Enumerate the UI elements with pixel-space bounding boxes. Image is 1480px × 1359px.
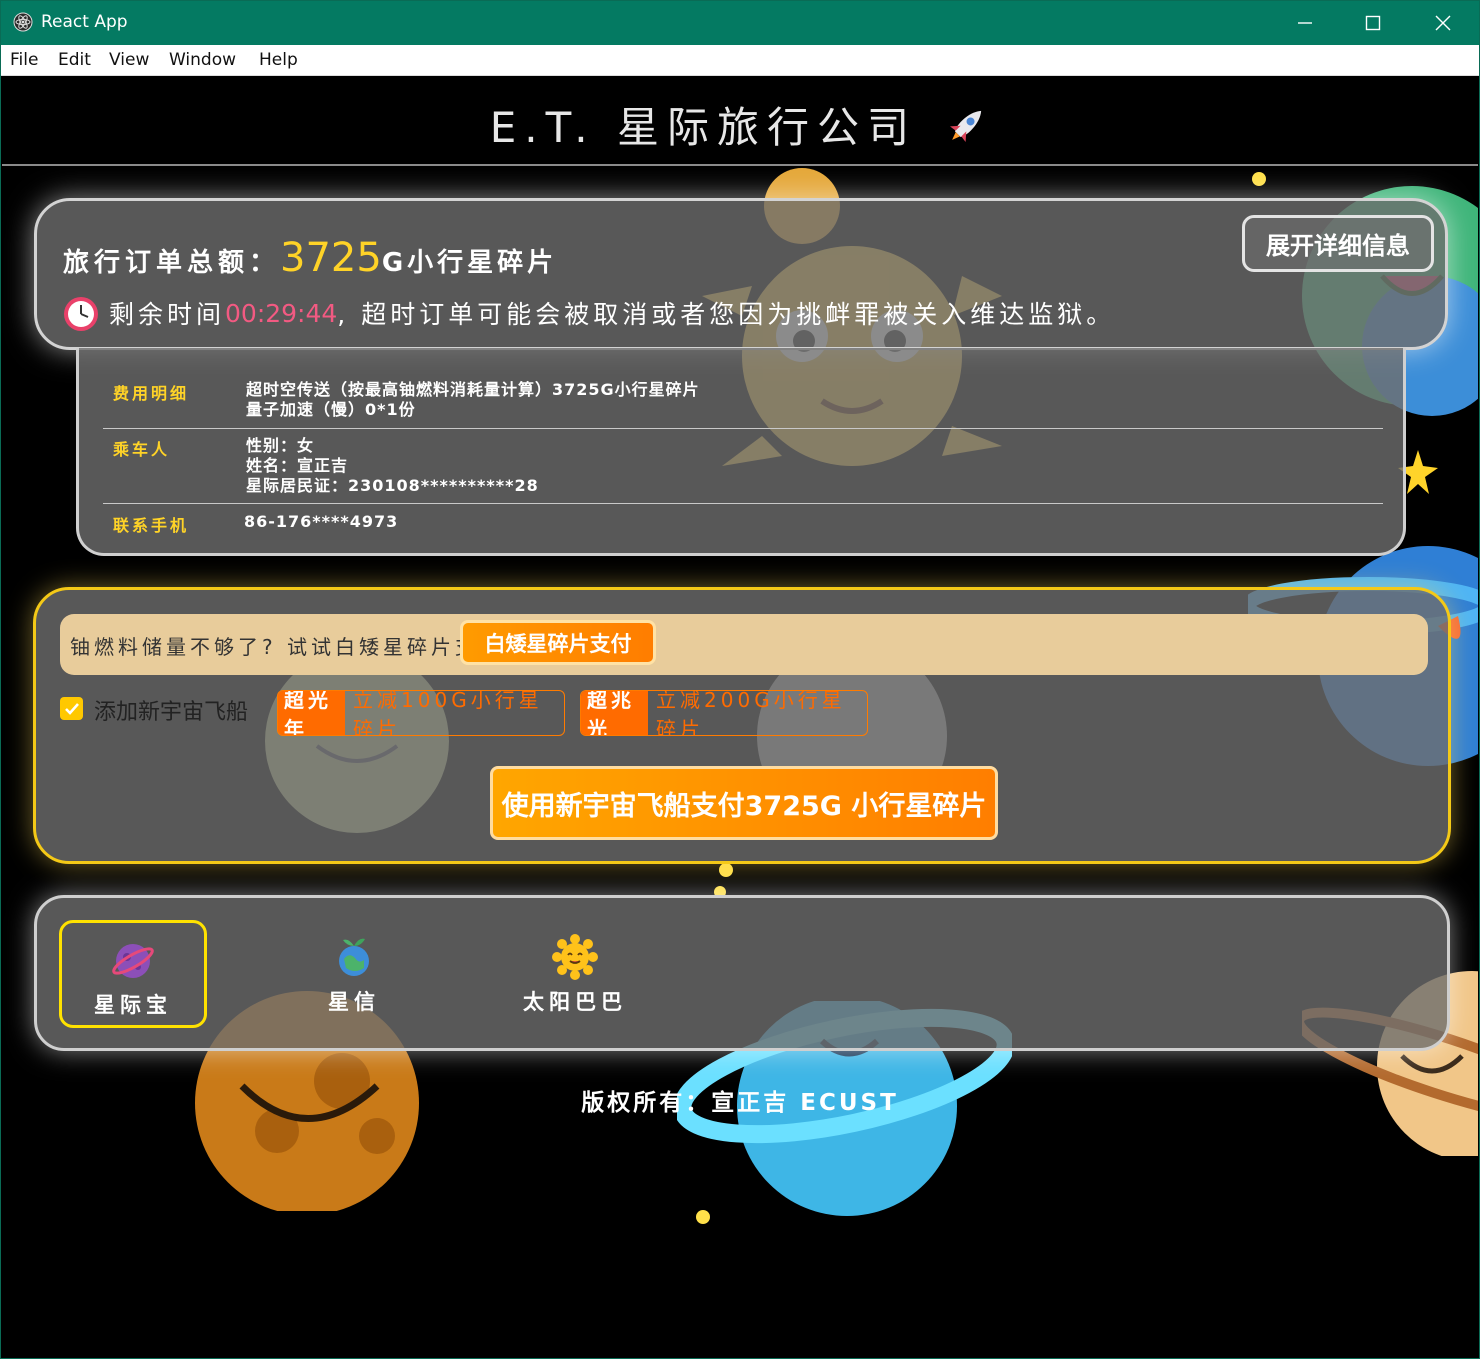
alarm-clock-icon (64, 297, 98, 331)
fee-detail-label: 费用明细 (113, 384, 190, 403)
sun-icon (552, 934, 598, 980)
coupon-text: 立减100G小行星碎片 (353, 690, 543, 736)
menu-help[interactable]: Help (259, 50, 298, 70)
pay-with-spaceship-button[interactable]: 使用新宇宙飞船支付3725G 小行星碎片 (490, 766, 998, 840)
maximize-button[interactable] (1338, 0, 1408, 45)
add-spaceship-label[interactable]: 添加新宇宙飞船 (94, 694, 248, 726)
phone-label: 联系手机 (113, 516, 190, 535)
menu-window[interactable]: Window (169, 50, 236, 70)
coupon-200[interactable]: 超兆光 立减200G小行星碎片 (580, 690, 868, 736)
expand-details-button[interactable]: 展开详细信息 (1242, 215, 1434, 272)
page-title: E.T. 星际旅行公司 (2, 94, 1478, 155)
yellow-dot-decoration (696, 1210, 710, 1224)
menu-file[interactable]: File (10, 50, 38, 70)
promo-banner: 铀燃料储量不够了? 试试白矮星碎片支付! 白矮星碎片支付 (60, 614, 1428, 675)
order-amount: 3725 (280, 235, 382, 281)
passenger-name: 姓名：宣正吉 (246, 456, 349, 475)
order-summary-card: 旅行订单总额：3725G小行星碎片 展开详细信息 剩余时间 00:29:44, 超… (34, 198, 1448, 350)
maximize-icon (1365, 15, 1381, 30)
timer-prefix: 剩余时间 (109, 300, 226, 329)
menu-edit[interactable]: Edit (58, 50, 91, 70)
method-label: 星际宝 (94, 993, 172, 1017)
white-dwarf-pay-button[interactable]: 白矮星碎片支付 (460, 620, 656, 665)
phone-row: 联系手机 86-176****4973 (103, 512, 1383, 536)
add-spaceship-checkbox[interactable] (60, 697, 83, 720)
order-unit: G小行星碎片 (381, 248, 558, 278)
order-total-label: 旅行订单总额： (63, 248, 281, 278)
countdown-row: 剩余时间 00:29:44, 超时订单可能会被取消或者您因为挑衅罪被关入维达监狱。 (61, 293, 1115, 333)
order-details-panel: 费用明细 超时空传送（按最高铀燃料消耗量计算）3725G小行星碎片 量子加速（慢… (76, 348, 1406, 556)
title-bar[interactable]: React App (0, 0, 1480, 45)
divider (103, 428, 1383, 429)
coupon-text: 立减200G小行星碎片 (656, 690, 846, 736)
yellow-dot-decoration (1252, 172, 1266, 186)
fee-detail-values: 超时空传送（按最高铀燃料消耗量计算）3725G小行星碎片 量子加速（慢）0*1份 (246, 380, 700, 420)
method-taiyangbaba[interactable]: 太阳巴巴 (501, 920, 649, 1028)
coupon-tag: 超兆光 (581, 691, 649, 735)
yellow-dot-decoration (719, 863, 733, 877)
passenger-row: 乘车人 性别：女 姓名：宣正吉 星际居民证：230108**********28 (103, 436, 1383, 496)
fee-line: 超时空传送（按最高铀燃料消耗量计算）3725G小行星碎片 (246, 380, 700, 399)
passenger-id: 星际居民证：230108**********28 (246, 476, 539, 495)
react-logo-icon (13, 12, 33, 32)
app-header: E.T. 星际旅行公司 (2, 76, 1478, 166)
planet-icon (112, 944, 154, 978)
minimize-button[interactable] (1270, 0, 1340, 45)
fee-detail-row: 费用明细 超时空传送（按最高铀燃料消耗量计算）3725G小行星碎片 量子加速（慢… (103, 380, 1383, 420)
order-total: 旅行订单总额：3725G小行星碎片 (63, 235, 557, 281)
close-icon (1435, 15, 1451, 30)
earth-icon (339, 938, 369, 976)
phone-value: 86-176****4973 (244, 512, 399, 531)
timer-value: 00:29:44 (225, 298, 338, 328)
checkmark-icon (64, 702, 79, 715)
page-title-text: E.T. 星际旅行公司 (489, 103, 917, 152)
method-label: 星信 (328, 990, 380, 1014)
payment-methods-panel: 星际宝 星信 太阳巴巴 (34, 895, 1450, 1051)
rocket-icon (950, 110, 982, 142)
coupon-100[interactable]: 超光年 立减100G小行星碎片 (277, 690, 565, 736)
menu-bar: File Edit View Window Help (0, 45, 1480, 76)
payment-card: 铀燃料储量不够了? 试试白矮星碎片支付! 白矮星碎片支付 添加新宇宙飞船 超光年… (33, 587, 1451, 864)
passenger-values: 性别：女 姓名：宣正吉 星际居民证：230108**********28 (246, 436, 539, 496)
minimize-icon (1298, 21, 1312, 24)
divider (103, 503, 1383, 504)
passenger-label: 乘车人 (113, 440, 171, 459)
timer-warning: , 超时订单可能会被取消或者您因为挑衅罪被关入维达监狱。 (337, 300, 1116, 329)
method-label: 太阳巴巴 (523, 990, 627, 1014)
close-button[interactable] (1408, 0, 1478, 45)
promo-text: 铀燃料储量不够了? 试试白矮星碎片支付! (70, 635, 515, 659)
passenger-gender: 性别：女 (246, 436, 315, 455)
copyright-footer: 版权所有：宣正吉 ECUST (581, 1090, 899, 1116)
method-xingjibao[interactable]: 星际宝 (59, 920, 207, 1028)
app-content: E.T. 星际旅行公司 旅行订单总额：3725G小行星碎片 展开详细信息 剩余时… (2, 76, 1478, 1357)
fee-line: 量子加速（慢）0*1份 (246, 400, 416, 419)
coupon-tag: 超光年 (278, 691, 346, 735)
window-title: React App (41, 12, 128, 32)
menu-view[interactable]: View (109, 50, 149, 70)
method-xingxin[interactable]: 星信 (280, 920, 428, 1028)
